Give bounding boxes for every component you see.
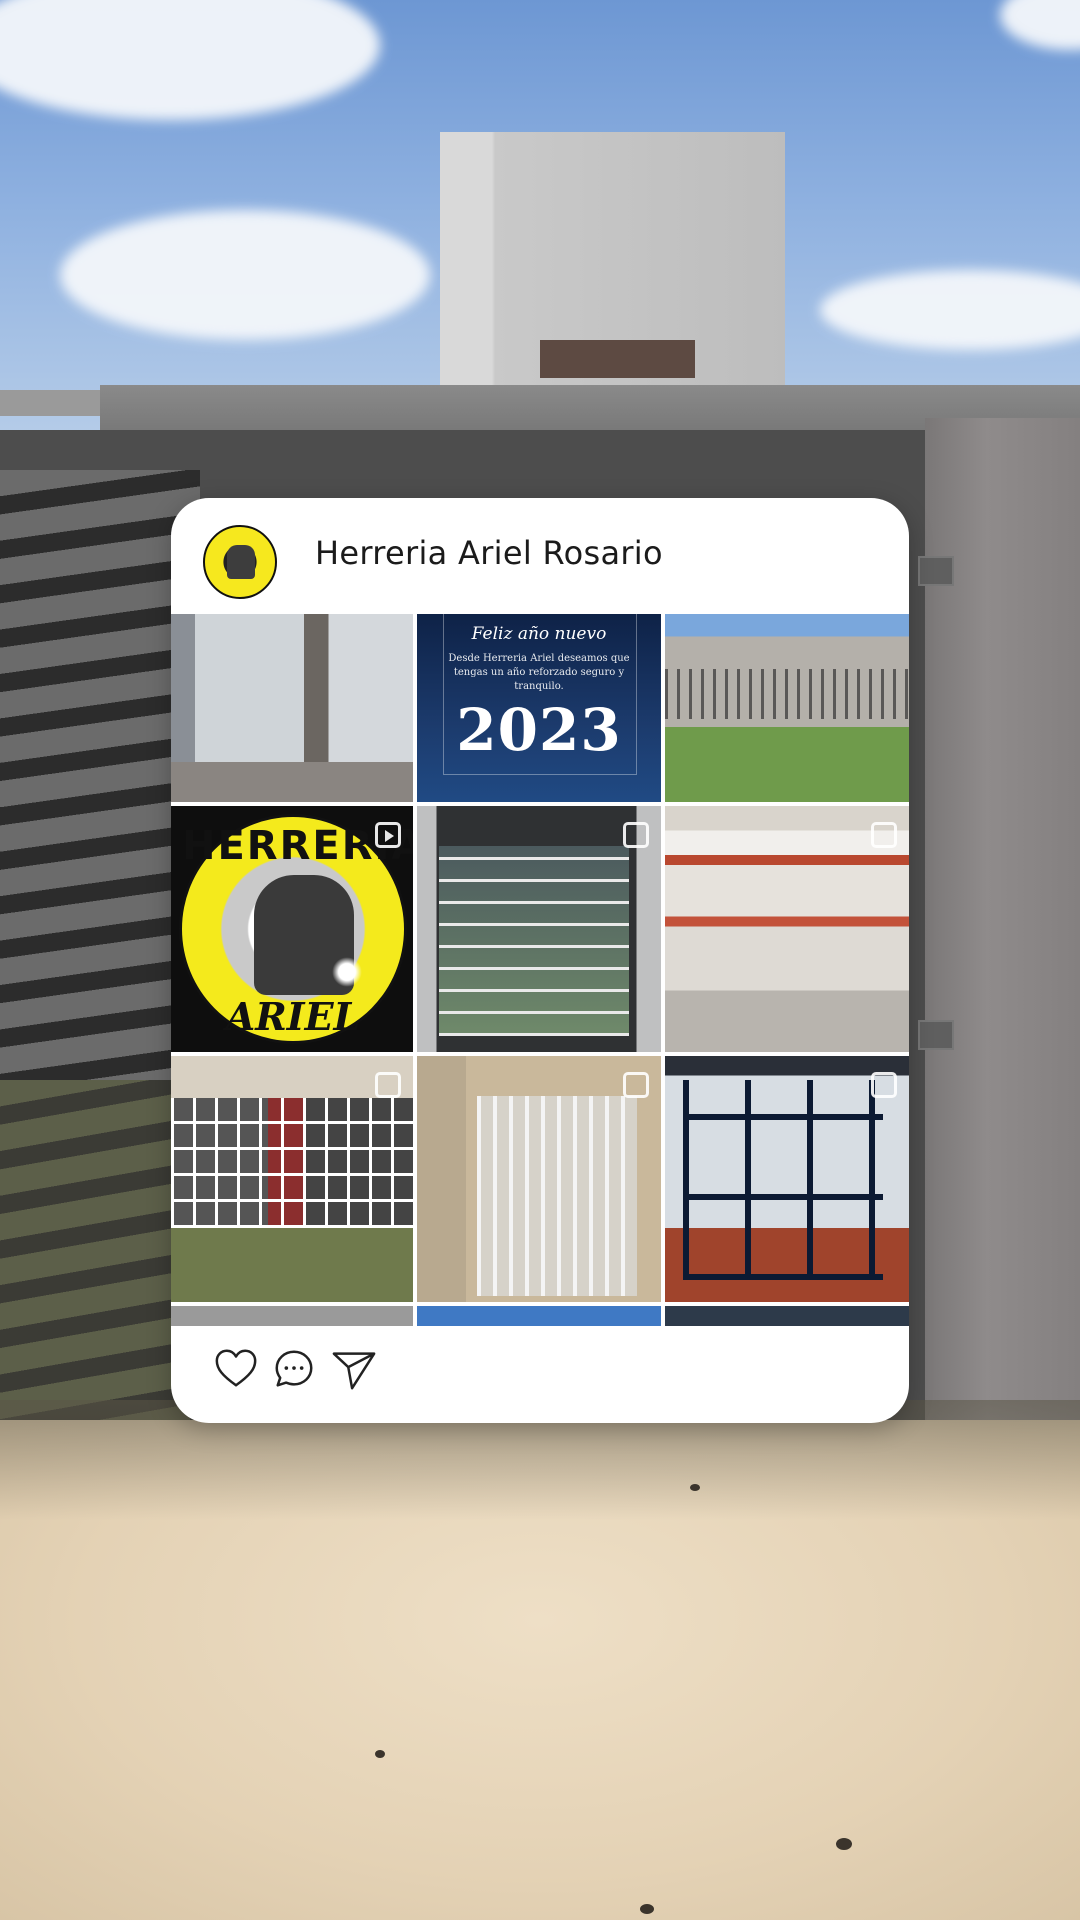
grid-tile[interactable] xyxy=(171,614,413,802)
gate-hinge xyxy=(918,556,954,586)
grid-tile[interactable]: Feliz año nuevo Desde Herreria Ariel des… xyxy=(417,614,661,802)
comment-icon[interactable] xyxy=(271,1346,317,1392)
grid-tile[interactable] xyxy=(665,1056,909,1302)
multi-photo-icon xyxy=(871,822,897,848)
grid-tile[interactable]: HERRERIA ARIEL xyxy=(171,806,413,1052)
post-grid: Feliz año nuevo Desde Herreria Ariel des… xyxy=(171,614,909,1326)
grid-tile[interactable] xyxy=(665,614,909,802)
multi-photo-icon xyxy=(623,822,649,848)
greeting-year: 2023 xyxy=(456,696,622,764)
logo-text-top: HERRERIA xyxy=(182,823,413,869)
multi-photo-icon xyxy=(375,1072,401,1098)
welder-icon xyxy=(227,545,255,579)
post-header: Herreria Ariel Rosario xyxy=(171,498,909,614)
greeting-title: Feliz año nuevo xyxy=(471,624,607,644)
post-actions xyxy=(171,1314,909,1423)
profile-username[interactable]: Herreria Ariel Rosario xyxy=(315,534,663,572)
tower-opening xyxy=(540,340,695,378)
pebble xyxy=(836,1838,852,1850)
pebble xyxy=(640,1904,654,1914)
multi-photo-icon xyxy=(871,1072,897,1098)
spark-icon xyxy=(332,957,362,987)
pebble xyxy=(690,1484,700,1491)
post-card: Herreria Ariel Rosario Feliz año nuevo D… xyxy=(171,498,909,1423)
heart-icon[interactable] xyxy=(213,1346,259,1392)
grid-tile[interactable] xyxy=(665,806,909,1052)
logo-circle: HERRERIA ARIEL xyxy=(179,814,413,1044)
pebble xyxy=(375,1750,385,1758)
grid-tile[interactable] xyxy=(417,806,661,1052)
logo-text-bottom: ARIEL xyxy=(225,994,361,1039)
gate-hinge xyxy=(918,1020,954,1050)
reel-icon xyxy=(375,822,401,848)
grid-tile[interactable] xyxy=(417,1056,661,1302)
share-icon[interactable] xyxy=(331,1346,377,1392)
profile-avatar[interactable] xyxy=(203,525,277,599)
grid-tile[interactable] xyxy=(171,1056,413,1302)
greeting-text: Desde Herreria Ariel deseamos que tengas… xyxy=(448,653,630,692)
multi-photo-icon xyxy=(623,1072,649,1098)
cloud xyxy=(60,210,430,340)
